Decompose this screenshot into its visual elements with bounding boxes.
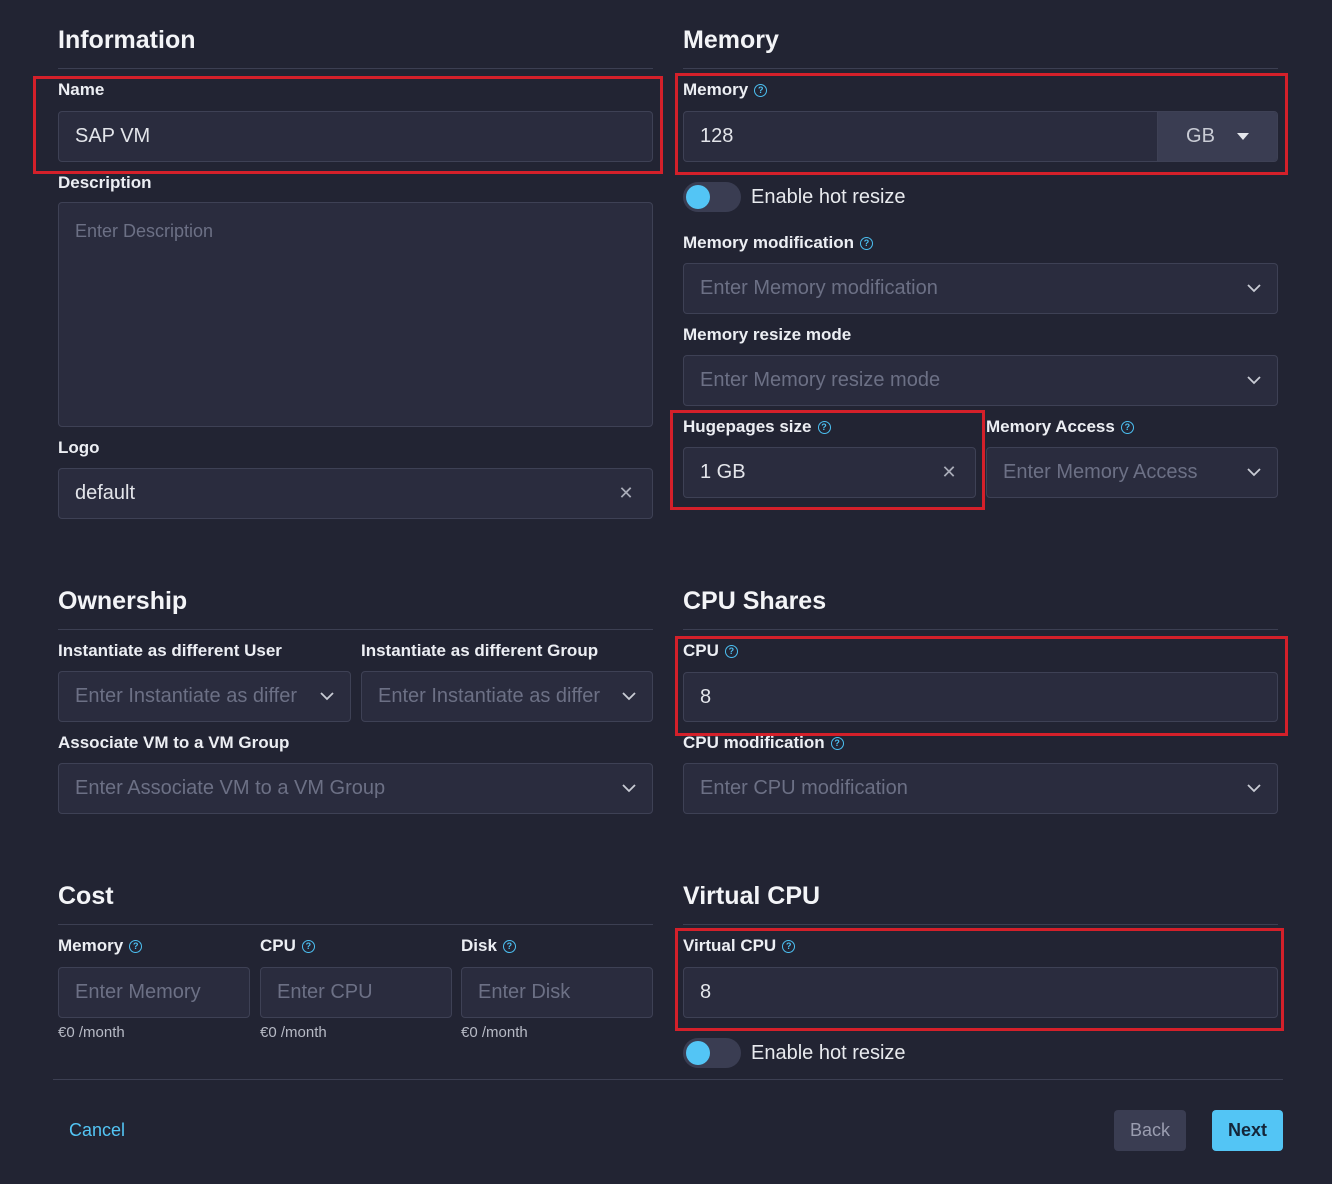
cost-memory-price: €0 /month xyxy=(58,1024,125,1041)
cost-disk-placeholder: Enter Disk xyxy=(478,981,571,1003)
cost-memory-input[interactable]: Enter Memory xyxy=(58,967,250,1018)
back-button[interactable]: Back xyxy=(1114,1110,1186,1151)
memory-access-label-text: Memory Access xyxy=(986,417,1115,436)
help-icon[interactable]: ? xyxy=(830,736,844,750)
memory-modification-select[interactable]: Enter Memory modification xyxy=(683,263,1278,314)
cancel-button[interactable]: Cancel xyxy=(69,1120,125,1141)
vm-group-select[interactable]: Enter Associate VM to a VM Group xyxy=(58,763,653,814)
logo-label: Logo xyxy=(58,438,100,458)
memory-divider xyxy=(683,68,1278,69)
vcpu-hot-resize: Enable hot resize xyxy=(683,1038,906,1068)
ownership-title: Ownership xyxy=(58,587,188,615)
memory-hot-resize-toggle[interactable] xyxy=(683,182,741,212)
footer-divider xyxy=(53,1079,1283,1080)
toggle-knob xyxy=(686,185,710,209)
vcpu-highlight xyxy=(675,928,1284,1031)
description-placeholder: Enter Description xyxy=(75,221,214,241)
toggle-knob xyxy=(686,1041,710,1065)
virtual-cpu-divider xyxy=(683,924,1278,925)
chevron-down-icon xyxy=(622,692,636,701)
cost-memory-label: Memory ? xyxy=(58,936,143,956)
chevron-down-icon xyxy=(320,692,334,701)
vm-group-placeholder: Enter Associate VM to a VM Group xyxy=(75,777,386,799)
name-highlight xyxy=(33,76,663,174)
chevron-down-icon xyxy=(1247,284,1261,293)
cost-cpu-input[interactable]: Enter CPU xyxy=(260,967,452,1018)
chevron-down-icon xyxy=(1247,468,1261,477)
cost-memory-placeholder: Enter Memory xyxy=(75,981,201,1003)
vcpu-hot-resize-toggle[interactable] xyxy=(683,1038,741,1068)
help-icon[interactable]: ? xyxy=(301,939,315,953)
vm-group-label: Associate VM to a VM Group xyxy=(58,733,289,753)
cpu-shares-divider xyxy=(683,629,1278,630)
instantiate-user-label-text: Instantiate as different User xyxy=(58,641,282,660)
cost-cpu-price: €0 /month xyxy=(260,1024,327,1041)
instantiate-user-placeholder: Enter Instantiate as differ xyxy=(75,685,297,707)
memory-hot-resize-label: Enable hot resize xyxy=(751,185,906,208)
cost-disk-input[interactable]: Enter Disk xyxy=(461,967,653,1018)
memory-hot-resize: Enable hot resize xyxy=(683,182,906,212)
help-icon[interactable]: ? xyxy=(1120,420,1134,434)
description-label: Description xyxy=(58,173,152,193)
cpu-shares-title: CPU Shares xyxy=(683,587,827,615)
information-title: Information xyxy=(58,26,196,54)
cost-cpu-label-text: CPU xyxy=(260,936,296,955)
chevron-down-icon xyxy=(1247,784,1261,793)
virtual-cpu-title: Virtual CPU xyxy=(683,882,821,910)
memory-resize-mode-label-text: Memory resize mode xyxy=(683,325,852,344)
cpu-highlight xyxy=(675,636,1288,736)
chevron-down-icon xyxy=(622,784,636,793)
cost-title: Cost xyxy=(58,882,114,910)
cost-disk-label-text: Disk xyxy=(461,936,497,955)
vcpu-hot-resize-label: Enable hot resize xyxy=(751,1041,906,1064)
next-button[interactable]: Next xyxy=(1212,1110,1283,1151)
help-icon[interactable]: ? xyxy=(129,939,143,953)
memory-resize-mode-label: Memory resize mode xyxy=(683,325,851,345)
chevron-down-icon xyxy=(1247,376,1261,385)
memory-highlight xyxy=(675,73,1288,175)
memory-resize-mode-select[interactable]: Enter Memory resize mode xyxy=(683,355,1278,406)
memory-access-label: Memory Access ? xyxy=(986,417,1134,437)
cost-memory-label-text: Memory xyxy=(58,936,124,955)
cost-disk-price: €0 /month xyxy=(461,1024,528,1041)
logo-select-value: default xyxy=(75,482,136,504)
close-icon[interactable]: ✕ xyxy=(616,483,636,504)
instantiate-group-placeholder: Enter Instantiate as differ xyxy=(378,685,600,707)
instantiate-group-label: Instantiate as different Group xyxy=(361,641,598,661)
cpu-modification-label-text: CPU modification xyxy=(683,733,825,752)
cost-disk-label: Disk ? xyxy=(461,936,516,956)
memory-access-select[interactable]: Enter Memory Access xyxy=(986,447,1278,498)
help-icon[interactable]: ? xyxy=(502,939,516,953)
description-textarea[interactable]: Enter Description xyxy=(58,202,653,427)
memory-resize-mode-placeholder: Enter Memory resize mode xyxy=(700,369,941,391)
memory-modification-label: Memory modification ? xyxy=(683,233,873,253)
memory-access-placeholder: Enter Memory Access xyxy=(1003,461,1198,483)
description-label-text: Description xyxy=(58,173,152,192)
logo-select[interactable]: default ✕ xyxy=(58,468,653,519)
cost-cpu-label: CPU ? xyxy=(260,936,315,956)
instantiate-group-select[interactable]: Enter Instantiate as differ xyxy=(361,671,653,722)
cpu-modification-placeholder: Enter CPU modification xyxy=(700,777,908,799)
cpu-modification-select[interactable]: Enter CPU modification xyxy=(683,763,1278,814)
cpu-modification-label: CPU modification ? xyxy=(683,733,844,753)
ownership-divider xyxy=(58,629,653,630)
logo-label-text: Logo xyxy=(58,438,100,457)
memory-modification-placeholder: Enter Memory modification xyxy=(700,277,938,299)
instantiate-user-label: Instantiate as different User xyxy=(58,641,282,661)
information-divider xyxy=(58,68,653,69)
vm-group-label-text: Associate VM to a VM Group xyxy=(58,733,290,752)
hugepages-highlight xyxy=(670,410,985,510)
help-icon[interactable]: ? xyxy=(859,236,873,250)
cost-cpu-placeholder: Enter CPU xyxy=(277,981,373,1003)
memory-modification-label-text: Memory modification xyxy=(683,233,854,252)
memory-title: Memory xyxy=(683,26,779,54)
cost-divider xyxy=(58,924,653,925)
instantiate-group-label-text: Instantiate as different Group xyxy=(361,641,599,660)
instantiate-user-select[interactable]: Enter Instantiate as differ xyxy=(58,671,351,722)
